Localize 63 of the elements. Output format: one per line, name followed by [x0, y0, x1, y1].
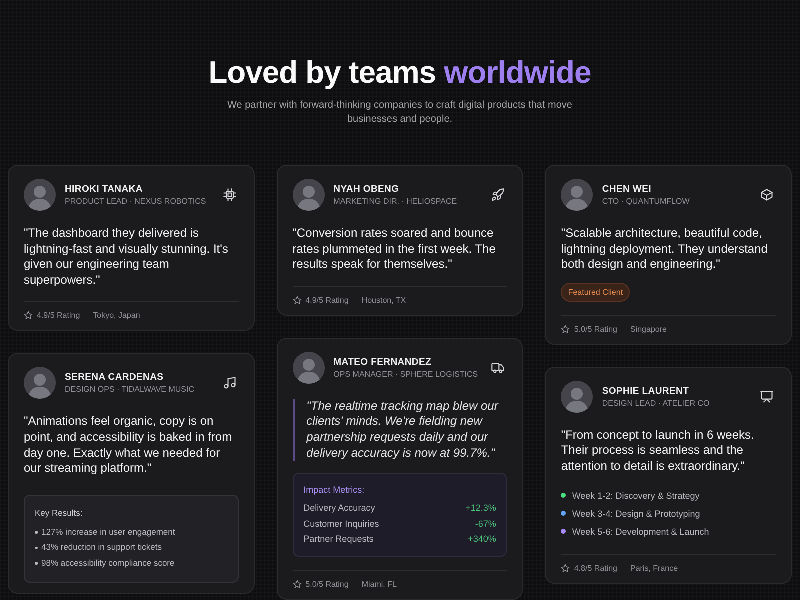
cube-icon — [760, 188, 774, 202]
location-text: Tokyo, Japan — [93, 311, 140, 320]
timeline-step: Week 1-2: Discovery & Strategy — [572, 486, 700, 505]
location-text: Singapore — [630, 324, 667, 334]
result-item: 43% reduction in support tickets — [42, 541, 162, 554]
testimonial-quote: "The realtime tracking map blew our clients' minds. We're fielding new partnership requests daily and our delivery accuracy is now at 99.7%." — [292, 398, 508, 462]
testimonial-quote: "From concept to launch in 6 weeks. Their process is seamless and the attention to detail is extraordinary." — [561, 428, 756, 475]
metric-value: +340% — [468, 533, 496, 546]
rating-text: 5.0/5 Rating — [574, 324, 618, 334]
metrics-title: Impact Metrics: — [304, 485, 366, 496]
person-role: DESIGN LEAD · ATELIER CO — [602, 398, 711, 408]
location-text: Houston, TX — [362, 296, 406, 305]
metric-label: Delivery Accuracy — [304, 502, 376, 516]
avatar-icon — [24, 367, 56, 400]
testimonial-quote: "Animations feel organic, copy is on point, and accessibility is baked in from day one. Exactly what we needed for our streaming platform." — [24, 414, 234, 477]
star-icon — [292, 296, 302, 305]
person-role: MARKETING DIR. · HELIOSPACE — [334, 197, 458, 206]
person-name: NYAH OBENG — [334, 184, 400, 195]
person-role: DESIGN OPS · TIDALWAVE MUSIC — [65, 385, 196, 394]
avatar-icon — [24, 179, 56, 211]
avatar-icon — [292, 352, 325, 384]
results-title: Key Results: — [35, 508, 84, 518]
avatar-icon — [561, 380, 594, 413]
rating-text: 5.0/5 Rating — [306, 580, 349, 589]
avatar-icon — [292, 179, 325, 211]
heading-highlight: worldwide — [444, 55, 592, 90]
person-name: SERENA CARDENAS — [65, 372, 165, 384]
star-icon — [561, 564, 570, 573]
featured-badge: Featured Client — [561, 282, 630, 302]
presentation-board-icon — [760, 390, 774, 404]
heading-text: Loved by teams — [208, 55, 436, 90]
location-text: Miami, FL — [362, 580, 397, 589]
person-name: CHEN WEI — [602, 184, 652, 195]
person-name: HIROKI TANAKA — [65, 184, 144, 195]
person-name: SOPHIE LAURENT — [602, 386, 690, 397]
rating-text: 4.9/5 Rating — [306, 296, 349, 305]
chip-icon — [222, 188, 237, 202]
rating-text: 4.8/5 Rating — [574, 564, 618, 573]
rating-text: 4.9/5 Rating — [37, 311, 80, 320]
result-item: 127% increase in user engagement — [42, 526, 176, 539]
truck-icon — [491, 360, 506, 375]
avatar-icon — [561, 179, 594, 211]
metric-label: Partner Requests — [304, 533, 374, 546]
result-item: 98% accessibility compliance score — [42, 556, 175, 570]
timeline-step: Week 5-6: Development & Launch — [572, 522, 710, 541]
person-role: OPS MANAGER · SPHERE LOGISTICS — [334, 370, 480, 379]
star-icon — [561, 324, 570, 334]
subtitle: We partner with forward-thinking companies to craft digital products that move businesses and people. — [226, 99, 574, 127]
metric-value: +12.3% — [466, 502, 496, 516]
location-text: Paris, France — [630, 564, 678, 573]
metric-label: Customer Inquiries — [304, 518, 380, 531]
star-icon — [292, 580, 302, 589]
star-icon — [24, 311, 33, 320]
person-role: PRODUCT LEAD · NEXUS ROBOTICS — [65, 197, 208, 206]
testimonial-quote: "Scalable architecture, beautiful code, lightning deployment. They understand both design and engineering." — [561, 226, 769, 273]
person-name: MATEO FERNANDEZ — [334, 356, 432, 368]
testimonial-quote: "Conversion rates soared and bounce rates plummeted in the first week. The results speak for themselves." — [292, 226, 497, 273]
music-note-icon — [222, 376, 237, 390]
timeline-step: Week 3-4: Design & Prototyping — [572, 504, 700, 523]
person-role: CTO · QUANTUMFLOW — [602, 197, 691, 206]
metric-value: -67% — [475, 518, 496, 531]
testimonial-quote: "The dashboard they delivered is lightning-fast and visually stunning. It's given our engineering team superpowers." — [24, 226, 230, 288]
rocket-icon — [491, 188, 506, 202]
